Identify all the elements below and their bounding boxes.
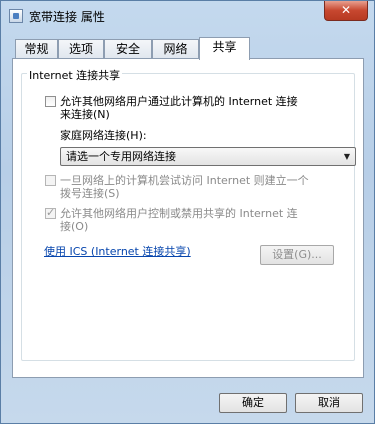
window-title: 宽带连接 属性 [29, 9, 105, 24]
home-network-select-value: 请选一个专用网络连接 [66, 150, 176, 163]
home-network-select[interactable]: 请选一个专用网络连接 ▼ [60, 147, 356, 166]
title-bar: 宽带连接 属性 [9, 7, 105, 25]
allow-sharing-label-line1: 允许其他网络用户通过此计算机的 Internet 连接 [60, 95, 298, 108]
tab-sharing[interactable]: 共享 [199, 37, 250, 60]
home-network-label: 家庭网络连接(H): [60, 129, 147, 142]
allow-control-checkbox[interactable] [45, 206, 56, 219]
dropdown-arrow-icon: ▼ [343, 152, 350, 161]
dial-on-demand-label-line2: 拨号连接(S) [60, 187, 120, 200]
ics-help-link[interactable]: 使用 ICS (Internet 连接共享) [44, 243, 191, 259]
allow-sharing-label-line2: 来连接(N) [60, 108, 110, 121]
allow-control-label-line2: 接(O) [60, 220, 89, 233]
tab-security[interactable]: 安全 [104, 39, 152, 59]
allow-control-label-line1: 允许其他网络用户控制或禁用共享的 Internet 连 [60, 207, 298, 220]
dial-on-demand-label-line1: 一旦网络上的计算机尝试访问 Internet 则建立一个 [60, 174, 309, 187]
allow-sharing-checkbox[interactable] [45, 96, 56, 107]
close-button[interactable]: ✕ [324, 1, 368, 21]
dial-on-demand-checkbox[interactable] [45, 175, 56, 186]
settings-button[interactable]: 设置(G)... [260, 245, 334, 265]
tab-general[interactable]: 常规 [15, 39, 58, 59]
properties-dialog: 宽带连接 属性 ✕ 常规 选项 安全 网络 共享 Internet 连接共享 允… [0, 0, 375, 424]
network-connection-icon [9, 9, 23, 23]
ok-button[interactable]: 确定 [219, 393, 287, 413]
cancel-button[interactable]: 取消 [295, 393, 363, 413]
sharing-panel: Internet 连接共享 允许其他网络用户通过此计算机的 Internet 连… [12, 58, 364, 378]
ics-group-label: Internet 连接共享 [27, 67, 123, 83]
tab-options[interactable]: 选项 [58, 39, 104, 59]
tab-networking[interactable]: 网络 [152, 39, 199, 59]
